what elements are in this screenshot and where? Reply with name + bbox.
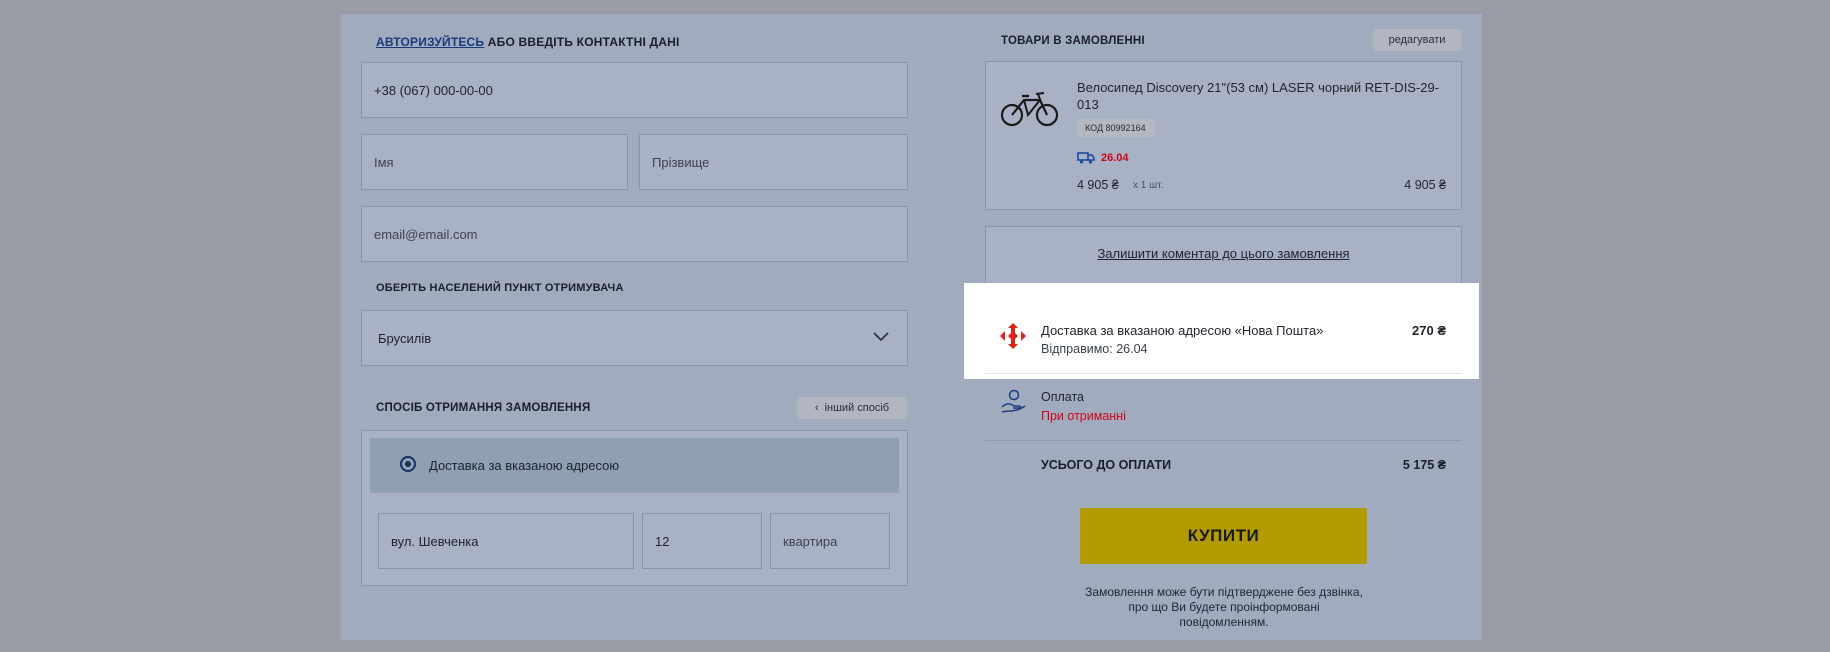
chevron-left-icon: ‹ (814, 402, 819, 414)
bicycle-image[interactable] (1000, 90, 1060, 128)
phone-value: +38 (067) 000-00-00 (374, 82, 493, 98)
comment-link[interactable]: Залишити коментар до цього замовлення (985, 246, 1462, 261)
first-name-placeholder: Імя (374, 154, 394, 170)
street-value: вул. Шевченка (391, 533, 479, 549)
payment-hand-coin-icon (1001, 389, 1026, 413)
login-link[interactable]: АВТОРИЗУЙТЕСЬ (376, 35, 484, 49)
other-method-label: інший спосіб (824, 402, 890, 414)
item-qty: x 1 шт. (1133, 180, 1164, 191)
item-name-line1: Велосипед Discovery 21"(53 см) LASER чор… (1077, 80, 1440, 95)
last-name-field[interactable]: Прізвище (639, 134, 908, 190)
delivery-truck-icon (1077, 152, 1095, 164)
confirmation-note: Замовлення може бути підтверджене без дз… (1085, 585, 1363, 629)
edit-order-button[interactable]: редагувати (1373, 29, 1461, 51)
shipping-price: 270 ₴ (1412, 323, 1446, 338)
other-method-button[interactable]: ‹ інший спосіб (797, 397, 907, 419)
city-selected: Брусилів (378, 330, 432, 346)
contact-header: АВТОРИЗУЙТЕСЬ АБО ВВЕДІТЬ КОНТАКТНІ ДАНІ (376, 35, 680, 49)
city-header: ОБЕРІТЬ НАСЕЛЕНИЙ ПУНКТ ОТРИМУВАЧА (376, 282, 624, 294)
shipping-subtitle: Відправимо: 26.04 (1041, 342, 1148, 356)
house-value: 12 (655, 533, 670, 549)
payment-label: Оплата (1041, 390, 1084, 404)
payment-divider (985, 440, 1462, 441)
item-price: 4 905 ₴ (1077, 178, 1119, 192)
delivery-option-label: Доставка за вказаною адресою (429, 458, 620, 473)
apartment-field[interactable]: квартира (770, 513, 890, 569)
total-label: УСЬОГО ДО ОПЛАТИ (1041, 458, 1172, 472)
city-select[interactable]: Брусилів (361, 310, 908, 366)
email-field[interactable]: email@email.com (361, 206, 908, 262)
item-total: 4 905 ₴ (1404, 178, 1446, 192)
phone-field[interactable]: +38 (067) 000-00-00 (361, 62, 908, 118)
apartment-placeholder: квартира (783, 533, 838, 549)
shipping-divider (985, 373, 1462, 374)
email-placeholder: email@email.com (374, 226, 478, 242)
item-name-line2: 013 (1077, 97, 1099, 112)
edit-order-label: редагувати (1388, 34, 1446, 46)
shipping-title: Доставка за вказаною адресою «Нова Пошта… (1041, 323, 1324, 338)
street-field[interactable]: вул. Шевченка (378, 513, 634, 569)
nova-poshta-logo-icon (1000, 323, 1026, 349)
item-name-link[interactable]: Велосипед Discovery 21"(53 см) LASER чор… (1077, 79, 1457, 113)
order-header: ТОВАРИ В ЗАМОВЛЕННІ (1001, 35, 1145, 47)
contact-header-text: АБО ВВЕДІТЬ КОНТАКТНІ ДАНІ (487, 35, 680, 49)
delivery-option-address[interactable]: Доставка за вказаною адресою (370, 438, 899, 493)
chevron-down-icon (873, 332, 889, 342)
item-delivery-date: 26.04 (1101, 152, 1129, 164)
buy-button[interactable]: КУПИТИ (1080, 508, 1367, 564)
house-field[interactable]: 12 (642, 513, 762, 569)
total-value: 5 175 ₴ (1402, 458, 1446, 472)
first-name-field[interactable]: Імя (361, 134, 628, 190)
payment-value: При отриманні (1041, 409, 1126, 423)
delivery-method-header: СПОСІБ ОТРИМАННЯ ЗАМОВЛЕННЯ (376, 402, 591, 414)
item-code-badge: КОД 80992164 (1077, 119, 1154, 137)
radio-selected-icon (400, 456, 416, 472)
last-name-placeholder: Прізвище (652, 154, 710, 170)
